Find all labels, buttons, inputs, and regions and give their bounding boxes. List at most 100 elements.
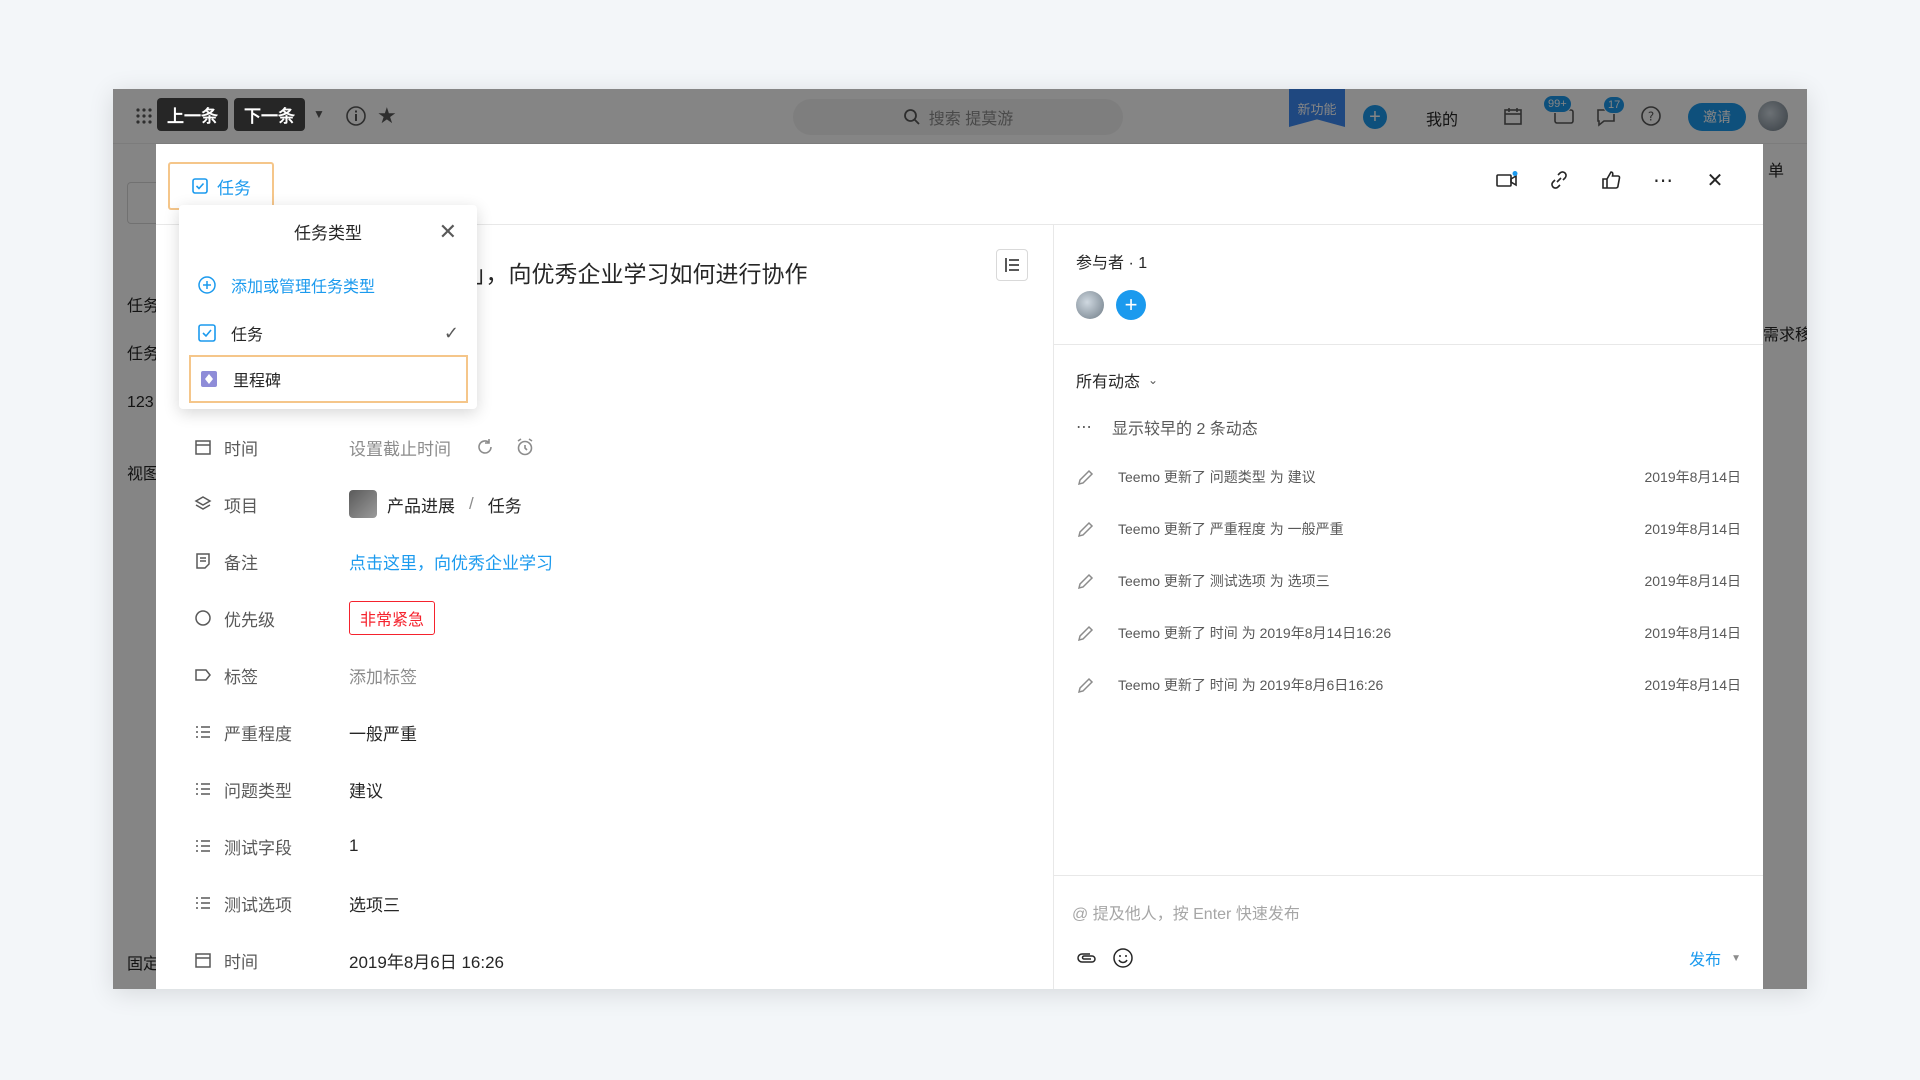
activity-item: Teemo 更新了 时间 为 2019年8月14日16:26 2019年8月14… (1076, 623, 1741, 643)
next-item-tooltip[interactable]: 下一条 (234, 98, 305, 131)
field-label: 时间 (224, 439, 258, 459)
activity-text: Teemo 更新了 时间 为 2019年8月14日16:26 (1118, 625, 1392, 641)
field-label: 时间 (224, 952, 258, 972)
option-label: 任务 (231, 327, 264, 344)
close-icon[interactable]: ✕ (1703, 168, 1727, 192)
list-icon (194, 780, 212, 798)
participant-avatar[interactable] (1076, 291, 1104, 319)
publish-button[interactable]: 发布 ▼ (1689, 946, 1741, 970)
project-tasklist: 任务 (487, 496, 522, 516)
activity-item: Teemo 更新了 问题类型 为 建议 2019年8月14日 (1076, 467, 1741, 487)
test-option-value[interactable]: 选项三 (349, 891, 400, 916)
pencil-icon (1076, 571, 1096, 591)
tag-icon (194, 666, 212, 684)
pencil-icon (1076, 623, 1096, 643)
activity-date: 2019年8月14日 (1644, 625, 1741, 641)
layers-icon (194, 495, 212, 513)
field-test-option: 测试选项 选项三 (194, 888, 400, 918)
field-label: 优先级 (224, 610, 275, 630)
field-label: 严重程度 (224, 724, 292, 744)
priority-badge[interactable]: 非常紧急 (349, 601, 436, 635)
activity-date: 2019年8月14日 (1644, 573, 1741, 589)
time-value[interactable]: 2019年8月6日 16:26 (349, 948, 504, 973)
activity-text: Teemo 更新了 严重程度 为 一般严重 (1118, 521, 1344, 537)
activity-item: Teemo 更新了 严重程度 为 一般严重 2019年8月14日 (1076, 519, 1741, 539)
header-actions: ⋯ ✕ (1495, 168, 1727, 192)
add-manage-task-type[interactable]: 添加或管理任务类型 (197, 267, 463, 303)
activity-item: Teemo 更新了 时间 为 2019年8月6日16:26 2019年8月14日 (1076, 675, 1741, 695)
activity-item: Teemo 更新了 测试选项 为 选项三 2019年8月14日 (1076, 571, 1741, 591)
outline-toggle-button[interactable] (996, 249, 1028, 281)
activity-date: 2019年8月14日 (1644, 521, 1741, 537)
link-icon[interactable] (1547, 168, 1571, 192)
field-test: 测试字段 1 (194, 831, 358, 861)
like-icon[interactable] (1599, 168, 1623, 192)
project-name: 产品进展 (387, 496, 455, 516)
project-separator: / (469, 494, 474, 513)
severity-value[interactable]: 一般严重 (349, 720, 417, 745)
task-type-label: 任务 (217, 178, 251, 198)
issue-type-value[interactable]: 建议 (349, 777, 383, 802)
participants-count: 参与者 · 1 (1076, 255, 1148, 272)
field-project: 项目 产品进展 / 任务 (194, 489, 522, 519)
field-time-2: 时间 2019年8月6日 16:26 (194, 945, 504, 975)
video-icon[interactable] (1495, 168, 1519, 192)
task-title[interactable]: 」，向优秀企业学习如何进行协作 (474, 255, 808, 289)
checkmark-icon: ✓ (443, 322, 459, 343)
task-type-option-task[interactable]: 任务 ✓ (197, 315, 463, 351)
emoji-icon[interactable] (1112, 947, 1134, 969)
field-note: 备注 点击这里，向优秀企业学习 (194, 546, 553, 576)
show-earlier-label: 显示较早的 2 条动态 (1112, 421, 1258, 438)
attachment-icon[interactable] (1076, 948, 1098, 968)
task-type-popover: 任务类型 ✕ 添加或管理任务类型 任务 ✓ 里程碑 (179, 205, 477, 409)
activity-date: 2019年8月14日 (1644, 469, 1741, 485)
field-tags: 标签 添加标签 (194, 660, 417, 690)
field-label: 项目 (224, 496, 258, 516)
option-label: 里程碑 (233, 373, 282, 390)
activity-date: 2019年8月14日 (1644, 677, 1741, 693)
field-label: 标签 (224, 667, 258, 687)
test-field-value[interactable]: 1 (349, 836, 358, 856)
publish-label: 发布 (1689, 952, 1722, 969)
activity-filter-label: 所有动态 (1076, 374, 1141, 391)
field-issue-type: 问题类型 建议 (194, 774, 383, 804)
task-type-button[interactable]: 任务 (168, 162, 274, 210)
task-check-icon (198, 324, 216, 342)
more-icon[interactable]: ⋯ (1651, 168, 1675, 192)
pencil-icon (1076, 467, 1096, 487)
task-type-option-milestone[interactable]: 里程碑 (189, 355, 468, 403)
field-priority: 优先级 非常紧急 (194, 601, 436, 635)
pencil-icon (1076, 519, 1096, 539)
task-check-icon (192, 178, 208, 194)
list-icon (194, 837, 212, 855)
chevron-down-icon: ⌄ (1148, 373, 1159, 387)
pencil-icon (1076, 675, 1096, 695)
alarm-icon[interactable] (515, 437, 535, 457)
activity-panel: 参与者 · 1 + 所有动态 ⌄ ⋯ 显示较早的 2 条动态 Teemo 更新了… (1053, 225, 1763, 989)
add-circle-icon (198, 276, 216, 294)
comment-input[interactable]: @ 提及他人，按 Enter 快速发布 (1072, 900, 1300, 924)
activity-text: Teemo 更新了 测试选项 为 选项三 (1118, 573, 1330, 589)
list-icon (194, 894, 212, 912)
add-participant-button[interactable]: + (1116, 290, 1146, 320)
list-icon (194, 723, 212, 741)
priority-circle-icon (194, 609, 212, 627)
field-label: 测试选项 (224, 895, 292, 915)
repeat-icon[interactable] (475, 437, 495, 457)
field-label: 问题类型 (224, 781, 292, 801)
project-selector[interactable]: 产品进展 / 任务 (349, 490, 522, 518)
milestone-icon (201, 371, 217, 387)
note-link[interactable]: 点击这里，向优秀企业学习 (349, 549, 553, 574)
project-thumbnail (349, 490, 377, 518)
field-label: 测试字段 (224, 838, 292, 858)
divider (1054, 344, 1763, 345)
popover-title: 任务类型 (294, 224, 362, 243)
add-tag-button[interactable]: 添加标签 (349, 663, 417, 688)
prev-item-tooltip[interactable]: 上一条 (157, 98, 228, 131)
activity-filter-dropdown[interactable]: 所有动态 ⌄ (1076, 368, 1158, 392)
close-icon[interactable]: ✕ (439, 219, 457, 245)
show-earlier-button[interactable]: ⋯ 显示较早的 2 条动态 (1076, 415, 1258, 439)
add-manage-label: 添加或管理任务类型 (231, 279, 376, 296)
note-icon (194, 552, 212, 570)
deadline-setter[interactable]: 设置截止时间 (349, 435, 451, 460)
